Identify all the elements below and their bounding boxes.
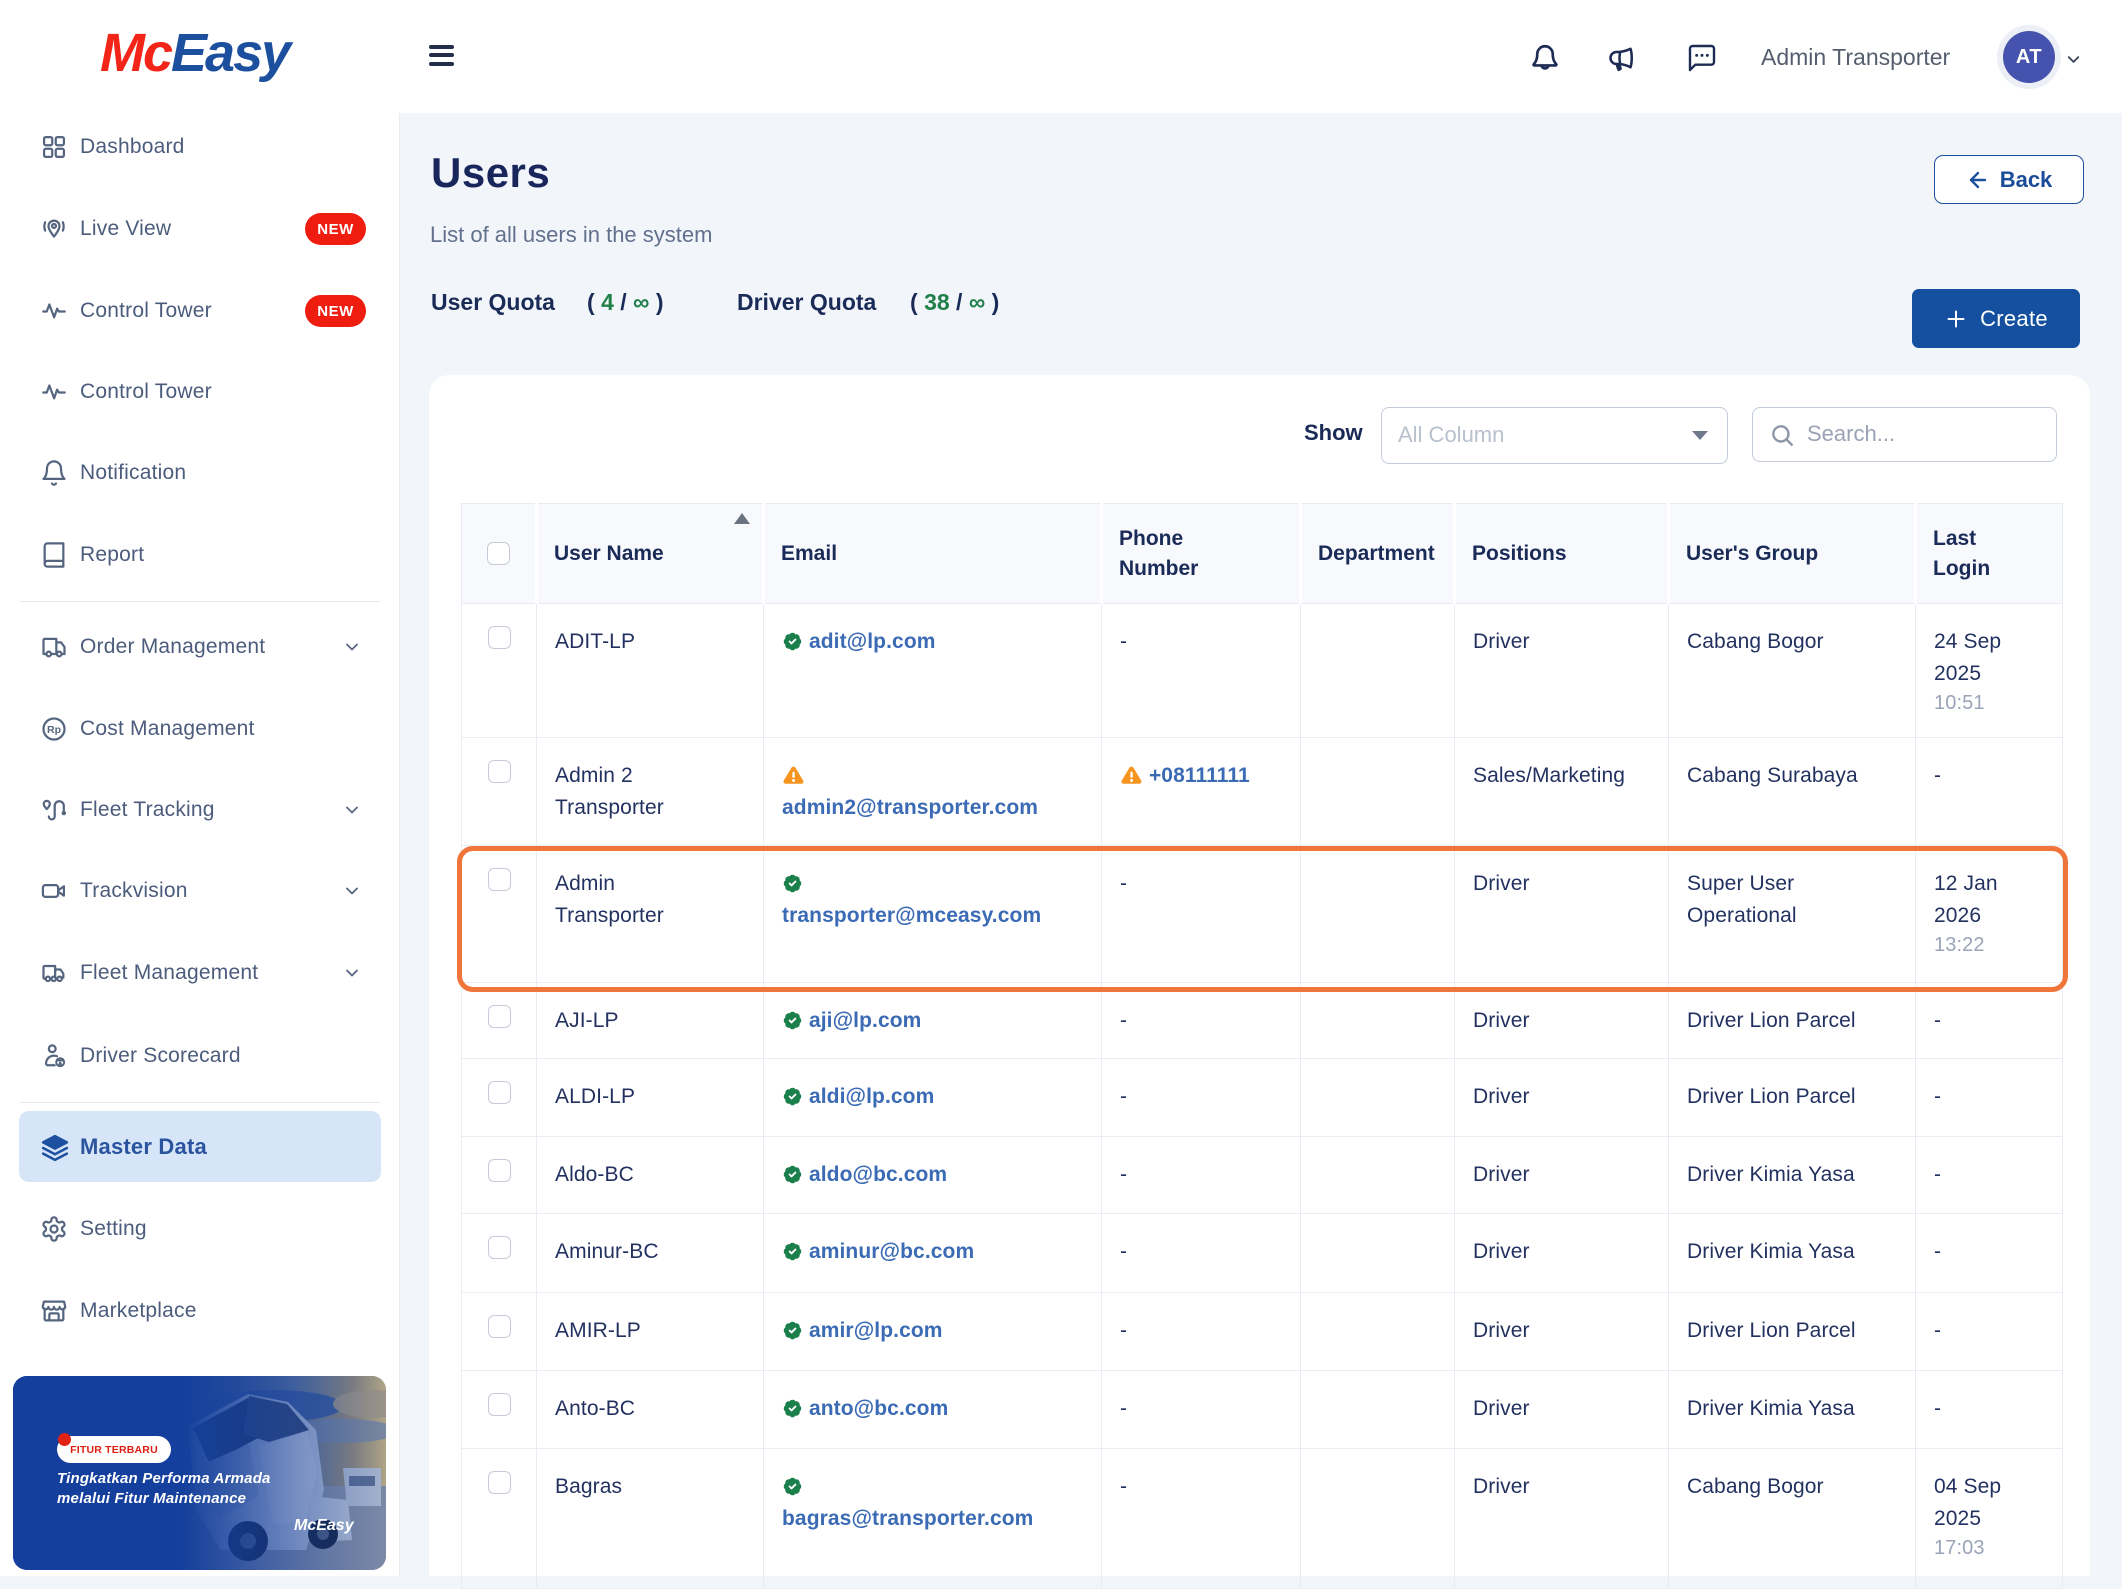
- svg-text:Rp: Rp: [47, 724, 61, 736]
